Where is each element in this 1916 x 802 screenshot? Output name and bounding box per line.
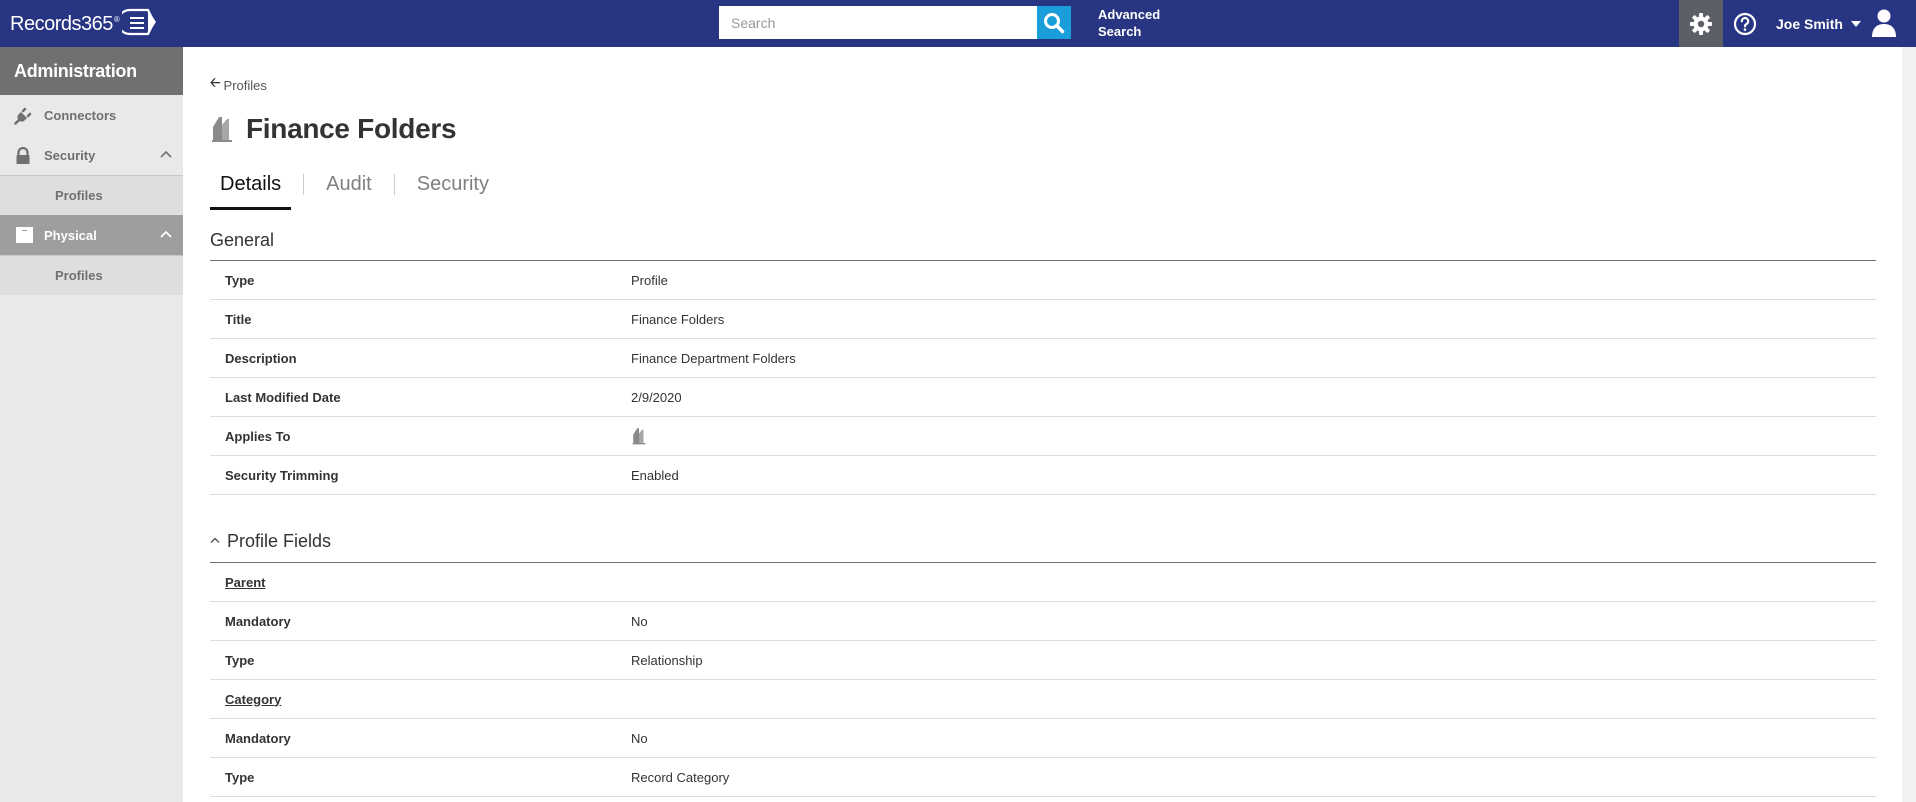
row-label: Security Trimming [225,467,339,483]
caret-down-icon [1850,20,1861,27]
search-button[interactable] [1037,6,1071,39]
row-value: Relationship [631,652,703,668]
row-value: 2/9/2020 [631,389,682,405]
chevron-up-icon[interactable] [210,536,220,544]
tab-details[interactable]: Details [210,172,292,210]
top-bar: Records365® Advanced Search [0,0,1916,47]
profile-fields-table: Parent Mandatory No Type Relationship Ca… [210,563,1876,797]
sidebar-item-security[interactable]: Security [0,135,183,175]
logo-speech-icon [122,8,157,36]
sidebar-title: Administration [0,47,183,95]
chevron-up-icon[interactable] [160,150,172,158]
lock-icon [16,147,30,164]
sidebar-item-label: Physical [44,227,97,243]
row-label: Last Modified Date [225,389,341,405]
help-button[interactable] [1732,0,1758,47]
search-input[interactable] [719,6,1037,39]
table-row: Type Record Category [210,758,1876,797]
general-section-title: General [210,230,275,250]
row-value: Enabled [631,467,679,483]
page-title-row: Finance Folders [210,113,457,145]
table-row: Category [210,680,1876,719]
table-row: Mandatory No [210,719,1876,758]
field-link-category[interactable]: Category [225,692,281,707]
user-icon[interactable] [1870,8,1898,38]
table-row: Title Finance Folders [210,300,1876,339]
row-label: Title [225,311,252,327]
row-value: No [631,730,648,746]
main-content: 🡠 Profiles Finance Folders Details Audit… [183,47,1902,802]
row-label: Type [225,769,255,785]
folders-icon [632,428,646,445]
table-row: Parent [210,563,1876,602]
page-scrollbar[interactable] [1902,47,1916,802]
row-value: No [631,613,648,629]
search-icon [1044,12,1065,33]
table-row: Type Relationship [210,641,1876,680]
user-name: Joe Smith [1776,15,1843,32]
row-label: Mandatory [225,730,291,746]
row-label: Description [225,350,297,366]
gear-icon [1690,12,1712,35]
general-details-table: Type Profile Title Finance Folders Descr… [210,261,1876,495]
records365-logo[interactable]: Records365® [10,4,162,44]
back-link-label: Profiles [223,77,267,93]
tab-audit[interactable]: Audit [316,172,382,210]
sidebar-item-connectors[interactable]: Connectors [0,95,183,135]
sidebar-subitem-physical-profiles[interactable]: Profiles [0,255,183,295]
help-icon [1733,12,1757,35]
field-link-parent[interactable]: Parent [225,575,265,590]
row-value: Record Category [631,769,730,785]
box-icon [16,227,33,243]
logo-text: Records365® [10,12,120,35]
settings-button[interactable] [1679,0,1723,47]
sidebar-item-label: Security [44,147,96,163]
table-row: Type Profile [210,261,1876,300]
table-row: Applies To [210,417,1876,456]
table-row: Security Trimming Enabled [210,456,1876,495]
applies-to-value [631,427,647,445]
row-label: Type [225,272,255,288]
back-to-profiles-link[interactable]: 🡠 Profiles [210,74,267,96]
advanced-search-line2: Search [1098,24,1142,39]
chevron-up-icon[interactable] [160,230,172,238]
row-label: Mandatory [225,613,291,629]
sidebar-subitem-security-profiles[interactable]: Profiles [0,175,183,215]
row-value: Finance Folders [631,311,725,327]
advanced-search-line1: Advanced [1098,7,1161,22]
row-label: Type [225,652,255,668]
table-row: Last Modified Date 2/9/2020 [210,378,1876,417]
tab-divider [303,174,305,195]
sidebar-item-label: Connectors [44,107,117,123]
tab-divider [393,174,395,195]
arrow-left-icon: 🡠 [210,75,221,90]
page-title: Finance Folders [246,113,457,144]
sidebar: Administration Connectors Security Profi… [0,47,183,802]
folders-icon [212,117,232,142]
profile-fields-section-title[interactable]: Profile Fields [227,531,331,552]
row-value: Profile [631,272,668,288]
user-menu[interactable]: Joe Smith [1776,0,1861,47]
table-row: Description Finance Department Folders [210,339,1876,378]
advanced-search-link[interactable]: Advanced Search [1098,6,1168,40]
tab-bar: Details Audit Security [210,172,499,210]
row-value: Finance Department Folders [631,350,796,366]
plug-icon [14,107,32,125]
sidebar-item-physical[interactable]: Physical [0,215,183,255]
table-row: Mandatory No [210,602,1876,641]
tab-security[interactable]: Security [407,172,499,210]
row-label: Applies To [225,428,291,444]
